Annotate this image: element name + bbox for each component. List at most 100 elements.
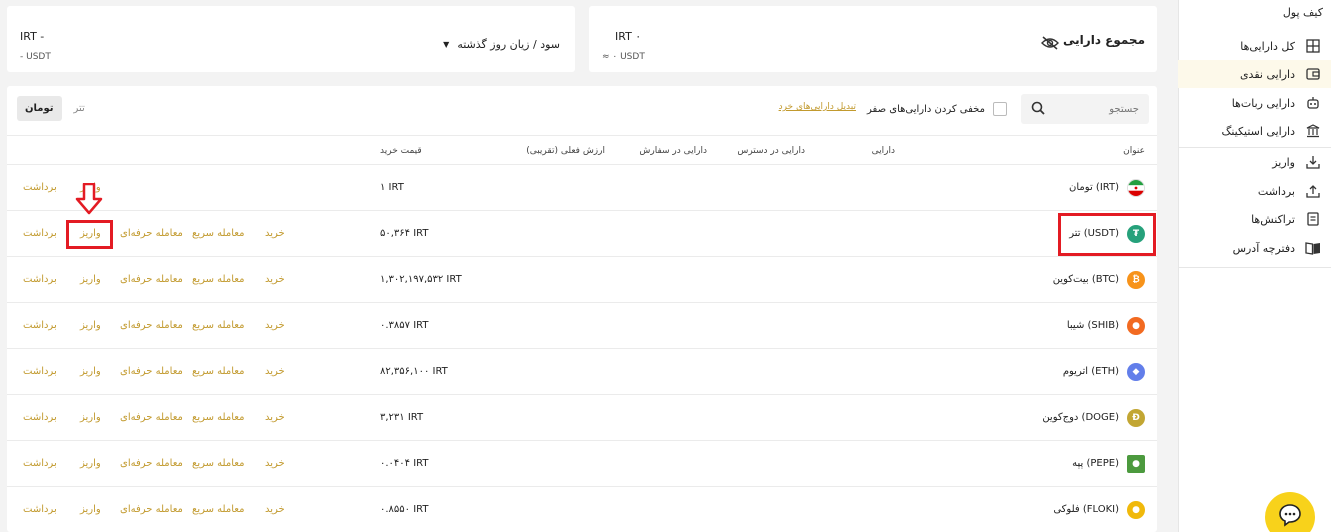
deposit-button[interactable]: واریز: [80, 487, 101, 532]
shiba-icon: ●: [1127, 316, 1145, 335]
pro-trade-button[interactable]: معامله حرفه‌ای: [120, 395, 183, 440]
buy-price: ۰.۰۴۰۴ IRT: [380, 458, 429, 469]
deposit-button[interactable]: واریز: [80, 395, 101, 440]
buy-button[interactable]: خرید: [265, 211, 285, 256]
robot-icon: [1305, 95, 1321, 111]
withdraw-button[interactable]: برداشت: [23, 487, 57, 532]
sidebar-item-bot-assets[interactable]: دارایی ربات‌ها: [1178, 89, 1331, 117]
quick-trade-button[interactable]: معامله سریع: [192, 211, 244, 256]
sidebar-item-label: واریز: [1272, 155, 1295, 169]
convert-small-assets-link[interactable]: تبدیل دارایی‌های خرد: [779, 102, 856, 112]
withdraw-button[interactable]: برداشت: [23, 211, 57, 256]
buy-button[interactable]: خرید: [265, 487, 285, 532]
sidebar-item-address-book[interactable]: دفترچه آدرس: [1178, 234, 1331, 262]
quick-trade-button[interactable]: معامله سریع: [192, 441, 244, 486]
asset-name: ₿ بیت‌کوین (BTC): [1053, 257, 1145, 302]
table-row: ● فلوکی (FLOKI) ۰.۸۵۵۰ IRT خرید معامله س…: [7, 487, 1157, 532]
table-row: Ð دوج‌کوین (DOGE) ۳,۲۳۱ IRT خرید معامله …: [7, 395, 1157, 440]
buy-button[interactable]: خرید: [265, 349, 285, 394]
sidebar-item-deposit[interactable]: واریز: [1178, 148, 1331, 176]
wallet-icon: [1305, 66, 1321, 82]
asset-name: Ð دوج‌کوین (DOGE): [1042, 395, 1145, 440]
sidebar-item-label: دفترچه آدرس: [1232, 241, 1295, 255]
total-assets-label: مجموع دارایی: [1063, 33, 1145, 47]
quick-trade-button[interactable]: معامله سریع: [192, 395, 244, 440]
caret-down-icon: ▼: [443, 40, 450, 49]
table-row: ● پپه (PEPE) ۰.۰۴۰۴ IRT خرید معامله سریع…: [7, 441, 1157, 486]
sidebar-item-label: دارایی استیکینگ: [1221, 124, 1295, 138]
search-input[interactable]: [1059, 103, 1139, 115]
header-available: دارایی در دسترس: [737, 146, 805, 156]
withdraw-button[interactable]: برداشت: [23, 395, 57, 440]
sidebar-title: کیف پول: [1282, 6, 1323, 19]
table-row: ₮ تتر (USDT) ۵۰,۳۶۴ IRT خرید معامله سریع…: [7, 211, 1157, 256]
pro-trade-button[interactable]: معامله حرفه‌ای: [120, 487, 183, 532]
header-in-order: دارایی در سفارش: [639, 146, 707, 156]
withdraw-button[interactable]: برداشت: [23, 441, 57, 486]
pro-trade-button[interactable]: معامله حرفه‌ای: [120, 303, 183, 348]
quick-trade-button[interactable]: معامله سریع: [192, 257, 244, 302]
divider: [7, 135, 1157, 136]
sidebar-item-label: تراکنش‌ها: [1251, 212, 1295, 226]
header-buy-price: قیمت خرید: [380, 146, 422, 156]
sidebar-item-staking-assets[interactable]: دارایی استیکینگ: [1178, 117, 1331, 145]
hide-zero-checkbox[interactable]: [993, 102, 1007, 116]
doge-icon: Ð: [1127, 408, 1145, 427]
sidebar-item-withdraw[interactable]: برداشت: [1178, 177, 1331, 205]
deposit-button[interactable]: واریز: [80, 303, 101, 348]
asset-name: ● شیبا (SHIB): [1067, 303, 1145, 348]
deposit-button[interactable]: واریز: [80, 349, 101, 394]
asset-name: ● پپه (PEPE): [1072, 441, 1145, 486]
pro-trade-button[interactable]: معامله حرفه‌ای: [120, 211, 183, 256]
buy-price: ۰.۳۸۵۷ IRT: [380, 320, 429, 331]
hide-zero-toggle[interactable]: مخفی کردن دارایی‌های صفر: [867, 102, 1007, 116]
profit-irt-value: IRT -: [20, 30, 45, 43]
buy-price: ۵۰,۳۶۴ IRT: [380, 228, 429, 239]
sidebar-divider: [1178, 267, 1331, 268]
tab-tether[interactable]: تتر: [66, 96, 93, 121]
receipt-icon: [1305, 211, 1321, 227]
quick-trade-button[interactable]: معامله سریع: [192, 349, 244, 394]
pro-trade-button[interactable]: معامله حرفه‌ای: [120, 349, 183, 394]
sidebar-item-cash-assets[interactable]: دارایی نقدی: [1178, 60, 1331, 88]
floki-icon: ●: [1127, 500, 1145, 519]
sidebar-item-transactions[interactable]: تراکنش‌ها: [1178, 205, 1331, 233]
assets-table-panel: مخفی کردن دارایی‌های صفر تبدیل دارایی‌ها…: [7, 86, 1157, 532]
profit-period-select[interactable]: سود / زیان روز گذشته ▼: [443, 38, 560, 51]
tab-toman[interactable]: تومان: [17, 96, 62, 121]
buy-button[interactable]: خرید: [265, 303, 285, 348]
quick-trade-button[interactable]: معامله سریع: [192, 303, 244, 348]
book-icon: [1305, 240, 1321, 256]
buy-button[interactable]: خرید: [265, 441, 285, 486]
pro-trade-button[interactable]: معامله حرفه‌ای: [120, 441, 183, 486]
total-irt-value: IRT ۰: [615, 30, 642, 43]
chat-icon: [1277, 502, 1303, 532]
currency-tabs: تومان تتر: [17, 96, 97, 121]
table-row: ₿ بیت‌کوین (BTC) ۱,۳۰۲,۱۹۷,۵۳۲ IRT خرید …: [7, 257, 1157, 302]
buy-price: ۱,۳۰۲,۱۹۷,۵۳۲ IRT: [380, 274, 462, 285]
bank-icon: [1305, 123, 1321, 139]
profit-loss-card: IRT - - USDT سود / زیان روز گذشته ▼: [7, 6, 575, 72]
withdraw-button[interactable]: برداشت: [23, 349, 57, 394]
asset-name: تومان (IRT): [1069, 165, 1145, 210]
deposit-highlight-box: [66, 220, 113, 249]
withdraw-button[interactable]: برداشت: [23, 303, 57, 348]
withdraw-button[interactable]: برداشت: [23, 257, 57, 302]
withdraw-button[interactable]: برداشت: [23, 165, 57, 210]
search-box[interactable]: [1021, 94, 1149, 124]
sidebar: کیف پول کل دارایی‌ها دارایی نقدی دارایی …: [1178, 0, 1331, 532]
quick-trade-button[interactable]: معامله سریع: [192, 487, 244, 532]
total-assets-card: مجموع دارایی IRT ۰ ≈ ۰ USDT: [589, 6, 1157, 72]
eye-off-icon[interactable]: [1041, 35, 1059, 54]
profit-period-label: سود / زیان روز گذشته: [457, 38, 560, 51]
sidebar-item-all-assets[interactable]: کل دارایی‌ها: [1178, 32, 1331, 60]
total-usdt-value: ≈ ۰ USDT: [602, 52, 645, 62]
header-asset: دارایی: [871, 146, 895, 156]
download-icon: [1305, 154, 1321, 170]
pepe-icon: ●: [1127, 454, 1145, 473]
pro-trade-button[interactable]: معامله حرفه‌ای: [120, 257, 183, 302]
buy-button[interactable]: خرید: [265, 257, 285, 302]
buy-button[interactable]: خرید: [265, 395, 285, 440]
deposit-button[interactable]: واریز: [80, 257, 101, 302]
deposit-button[interactable]: واریز: [80, 441, 101, 486]
